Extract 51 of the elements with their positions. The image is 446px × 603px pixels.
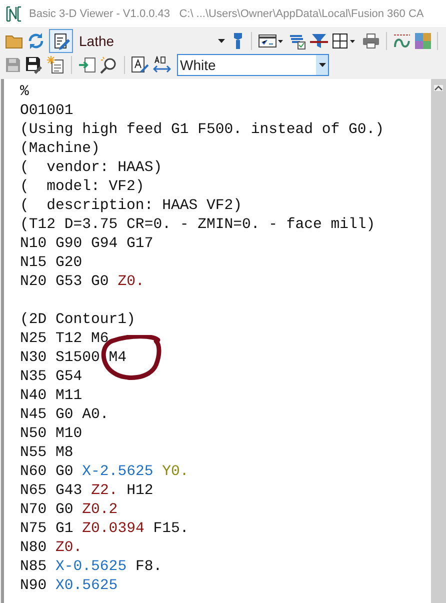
code-line: N25 T12 M6 (20, 330, 109, 349)
printer-icon[interactable] (362, 33, 380, 49)
code-line: N15 G20 (20, 254, 82, 273)
code-line: N65 G43 Z2. H12 (20, 482, 154, 501)
toolpath-icon[interactable] (393, 33, 411, 49)
wrench-icon[interactable] (231, 32, 245, 50)
code-line: N20 G53 G0 Z0. (20, 273, 144, 292)
new-document-icon[interactable] (47, 56, 65, 74)
code-line: ( description: HAAS VF2) (20, 197, 242, 216)
code-line: N75 G1 Z0.0394 F15. (20, 520, 189, 539)
window-dropdown-icon[interactable] (258, 33, 284, 49)
code-line: N40 M11 (20, 387, 82, 406)
code-line: N45 G0 A0. (20, 406, 109, 425)
window-title: Basic 3-D Viewer - V1.0.0.43 C:\ ...\Users\Owner\AppData\Local\Fusion 360 CA (29, 8, 424, 20)
filter-icon[interactable] (310, 32, 328, 50)
code-line: ( model: VF2) (20, 178, 144, 197)
caret-icon (218, 39, 225, 43)
replace-icon[interactable] (153, 56, 171, 74)
code-line: (Using high feed G1 F500. instead of G0.) (20, 121, 384, 140)
color-combo[interactable]: White (177, 54, 329, 76)
code-line: % (20, 83, 29, 102)
code-line: N10 G90 G94 G17 (20, 235, 154, 254)
code-line: (T12 D=3.75 CR=0. - ZMIN=0. - face mill) (20, 216, 376, 235)
import-icon[interactable] (78, 56, 96, 74)
color-palette-icon[interactable] (415, 33, 431, 49)
code-line: N50 M10 (20, 425, 82, 444)
code-line: N80 Z0. (20, 539, 82, 558)
code-line: N90 X0.5625 (20, 577, 118, 596)
caret-icon (318, 63, 326, 67)
app-logo-icon (5, 4, 23, 22)
save-as-icon[interactable] (25, 56, 43, 74)
folder-icon[interactable] (5, 33, 23, 49)
code-line: N55 M8 (20, 444, 74, 463)
code-line: ( vendor: HAAS) (20, 159, 162, 178)
code-line: N30 S1500 M4 (20, 349, 127, 368)
grid-dropdown-icon[interactable] (332, 33, 358, 49)
code-line: N85 X-0.5625 F8. (20, 558, 162, 577)
edit-document-icon[interactable] (49, 29, 73, 53)
code-line: (2D Contour1) (20, 311, 136, 330)
refresh-icon[interactable] (27, 32, 45, 50)
code-line: N60 G0 X-2.5625 Y0. (20, 463, 189, 482)
layers-check-icon[interactable] (288, 32, 306, 50)
scroll-up-icon[interactable] (434, 85, 443, 91)
text-style-icon[interactable] (131, 56, 149, 74)
machine-combo[interactable]: Lathe (77, 33, 227, 49)
scrollbar[interactable] (431, 79, 446, 603)
code-line: (Machine) (20, 140, 100, 159)
code-line: N70 G0 Z0.2 (20, 501, 118, 520)
code-line: N35 G54 (20, 368, 82, 387)
code-line: O01001 (20, 102, 74, 121)
search-icon[interactable] (100, 56, 118, 74)
